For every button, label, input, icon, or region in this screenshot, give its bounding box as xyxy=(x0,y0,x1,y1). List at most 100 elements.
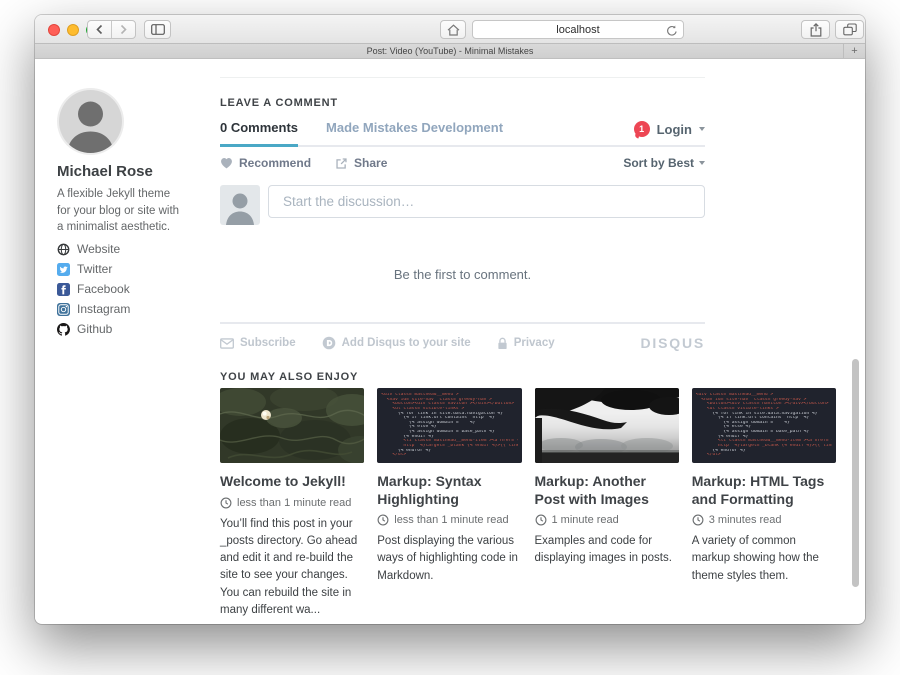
disqus-menu-row: Recommend Share Sort by Best xyxy=(220,147,705,179)
community-link[interactable]: Made Mistakes Development xyxy=(326,120,503,144)
sidebar-link-label: Website xyxy=(77,242,120,256)
add-disqus-link[interactable]: Add Disqus to your site xyxy=(322,336,471,350)
related-post-card: <div class="masthead__menu"> <nav id="si… xyxy=(377,388,521,619)
read-time-text: 1 minute read xyxy=(552,514,619,526)
safari-window: localhost Post: Video (YouTube) - Minima… xyxy=(35,15,865,624)
minimize-window-button[interactable] xyxy=(67,24,79,36)
post-title[interactable]: Markup: Syntax Highlighting xyxy=(377,473,521,508)
read-time-text: 3 minutes read xyxy=(709,514,782,526)
forward-button[interactable] xyxy=(112,21,135,38)
sidebar-link-instagram[interactable]: Instagram xyxy=(57,299,130,319)
post-title[interactable]: Welcome to Jekyll! xyxy=(220,473,364,491)
show-tabs-button[interactable] xyxy=(835,20,864,39)
share-comments-button[interactable]: Share xyxy=(335,156,387,170)
post-read-time: less than 1 minute read xyxy=(220,497,364,509)
share-button[interactable] xyxy=(801,20,830,39)
related-post-card: Welcome to Jekyll! less than 1 minute re… xyxy=(220,388,364,619)
post-read-time: less than 1 minute read xyxy=(377,514,521,526)
instagram-icon xyxy=(57,303,70,316)
sidebar-toggle-button[interactable] xyxy=(144,20,171,39)
post-thumbnail-moss[interactable] xyxy=(220,388,364,463)
url-text: localhost xyxy=(556,24,599,36)
close-window-button[interactable] xyxy=(48,24,60,36)
heart-icon xyxy=(220,157,233,169)
author-avatar xyxy=(59,90,122,153)
sidebar-link-github[interactable]: Github xyxy=(57,319,130,339)
disqus-embed: 0 Comments Made Mistakes Development 1 L… xyxy=(220,119,705,350)
notification-badge[interactable]: 1 xyxy=(634,121,650,137)
recommend-button[interactable]: Recommend xyxy=(220,156,311,170)
sidebar-link-label: Twitter xyxy=(77,262,112,276)
clock-icon xyxy=(535,514,547,526)
page-scrollbar[interactable] xyxy=(852,359,859,587)
post-excerpt: A variety of common markup showing how t… xyxy=(692,533,836,585)
chevron-down-icon xyxy=(699,161,705,165)
chevron-right-icon xyxy=(119,24,128,35)
comments-count-tab[interactable]: 0 Comments xyxy=(220,120,298,147)
sidebar-link-label: Facebook xyxy=(77,282,130,296)
login-control[interactable]: 1 Login xyxy=(634,121,705,137)
post-title[interactable]: Markup: HTML Tags and Formatting xyxy=(692,473,836,508)
person-silhouette-icon xyxy=(220,185,260,225)
moss-texture-image xyxy=(220,388,364,463)
sidebar-icon xyxy=(151,24,165,35)
post-thumbnail-fog[interactable] xyxy=(535,388,679,463)
you-may-also-enjoy-heading: YOU MAY ALSO ENJOY xyxy=(220,371,358,383)
chevron-down-icon xyxy=(699,127,705,131)
privacy-label: Privacy xyxy=(514,337,555,349)
home-button[interactable] xyxy=(440,20,466,39)
sidebar-link-twitter[interactable]: Twitter xyxy=(57,259,130,279)
github-icon xyxy=(57,323,70,336)
sidebar-link-website[interactable]: Website xyxy=(57,239,130,259)
sidebar-link-facebook[interactable]: Facebook xyxy=(57,279,130,299)
subscribe-link[interactable]: Subscribe xyxy=(220,337,296,349)
back-button[interactable] xyxy=(88,21,112,38)
disqus-footer: Subscribe Add Disqus to your site Privac… xyxy=(220,336,705,350)
post-excerpt: Examples and code for displaying images … xyxy=(535,533,679,568)
post-title[interactable]: Markup: Another Post with Images xyxy=(535,473,679,508)
lock-icon xyxy=(497,337,508,350)
post-read-time: 3 minutes read xyxy=(692,514,836,526)
new-tab-button[interactable]: + xyxy=(843,44,865,58)
read-time-text: less than 1 minute read xyxy=(237,497,351,509)
disqus-logo[interactable]: DISQUS xyxy=(641,335,705,351)
reload-icon xyxy=(666,24,678,37)
screenshot-stage: localhost Post: Video (YouTube) - Minima… xyxy=(0,0,900,675)
sort-label: Sort by Best xyxy=(623,156,694,170)
subscribe-label: Subscribe xyxy=(240,337,296,349)
active-tab[interactable]: Post: Video (YouTube) - Minimal Mistakes xyxy=(367,46,534,56)
share-box-icon xyxy=(335,157,348,170)
add-disqus-label: Add Disqus to your site xyxy=(342,337,471,349)
share-label: Share xyxy=(354,156,387,170)
tab-bar: Post: Video (YouTube) - Minimal Mistakes… xyxy=(35,44,865,59)
history-nav-group xyxy=(87,20,136,39)
twitter-icon xyxy=(57,263,70,276)
comment-input[interactable] xyxy=(268,185,705,218)
comment-compose-row xyxy=(220,185,705,225)
clock-icon xyxy=(377,514,389,526)
privacy-link[interactable]: Privacy xyxy=(497,337,555,350)
browser-toolbar: localhost xyxy=(35,15,865,44)
tabs-overview-icon xyxy=(843,23,857,36)
post-thumbnail-code[interactable]: <div class="masthead__menu"> <nav id="si… xyxy=(692,388,836,463)
foggy-tree-image xyxy=(535,388,679,463)
sort-by-best-dropdown[interactable]: Sort by Best xyxy=(623,156,705,170)
disqus-footer-divider xyxy=(220,322,705,324)
envelope-icon xyxy=(220,338,234,349)
home-icon xyxy=(447,24,460,36)
sidebar-link-label: Github xyxy=(77,322,112,336)
sidebar-link-label: Instagram xyxy=(77,302,130,316)
address-bar[interactable]: localhost xyxy=(472,20,684,39)
post-excerpt: You’ll find this post in your _posts dir… xyxy=(220,516,364,620)
chevron-left-icon xyxy=(95,24,104,35)
page-content: Michael Rose A flexible Jekyll theme for… xyxy=(35,59,865,623)
related-post-card: Markup: Another Post with Images 1 minut… xyxy=(535,388,679,619)
clock-icon xyxy=(220,497,232,509)
reload-button[interactable] xyxy=(666,24,678,42)
post-thumbnail-code[interactable]: <div class="masthead__menu"> <nav id="si… xyxy=(377,388,521,463)
facebook-icon xyxy=(57,283,70,296)
post-excerpt: Post displaying the various ways of high… xyxy=(377,533,521,585)
person-silhouette-icon xyxy=(59,90,122,153)
disqus-tab-row: 0 Comments Made Mistakes Development 1 L… xyxy=(220,119,705,147)
related-post-card: <div class="masthead__menu"> <nav id="si… xyxy=(692,388,836,619)
